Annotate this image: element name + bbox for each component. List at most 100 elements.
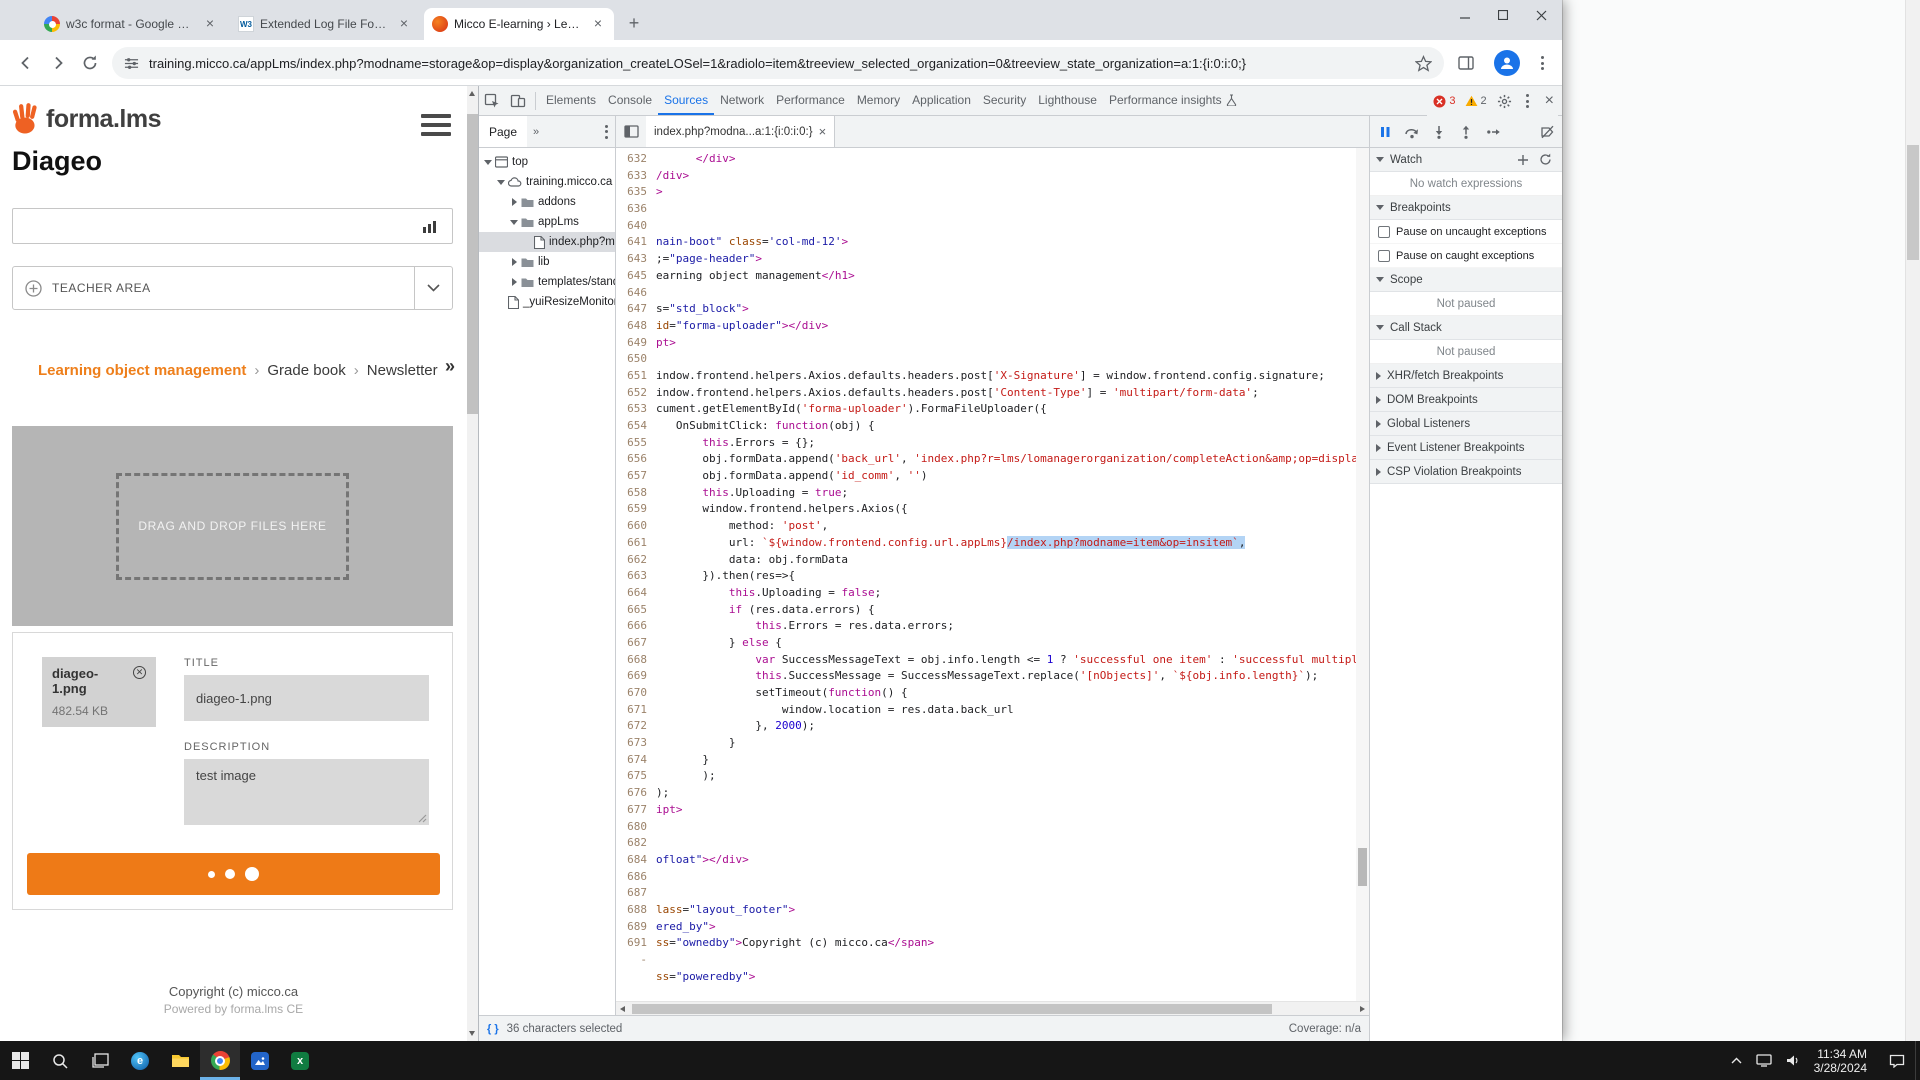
tree-item-training-micco-ca[interactable]: training.micco.ca (479, 172, 615, 192)
line-content[interactable]: ); (656, 768, 716, 785)
section-dom-breakpoints[interactable]: DOM Breakpoints (1370, 388, 1562, 412)
line-number[interactable]: 673 (616, 735, 656, 752)
line-content[interactable]: this.Uploading = true; (656, 485, 848, 502)
taskbar-task-view-button[interactable] (80, 1041, 120, 1080)
line-content[interactable]: } (656, 752, 709, 769)
section-xhr-fetch-breakpoints[interactable]: XHR/fetch Breakpoints (1370, 364, 1562, 388)
line-number[interactable]: 686 (616, 869, 656, 886)
line-number[interactable]: 633 (616, 168, 656, 185)
line-number[interactable]: 662 (616, 552, 656, 569)
tree-item-index-php-modn[interactable]: index.php?modn (479, 232, 615, 252)
hide-navigator-icon[interactable] (618, 119, 644, 145)
taskbar-search-button[interactable] (40, 1041, 80, 1080)
device-toolbar-icon[interactable] (505, 88, 531, 114)
tray-expand-icon[interactable] (1731, 1057, 1742, 1064)
add-watch-icon[interactable] (1517, 154, 1529, 166)
devtools-settings-icon[interactable] (1496, 88, 1514, 114)
line-number[interactable]: 688 (616, 902, 656, 919)
line-number[interactable]: 675 (616, 768, 656, 785)
line-content[interactable]: /div> (656, 168, 689, 185)
line-content[interactable]: lass="layout_footer"> (656, 902, 795, 919)
line-number[interactable]: 648 (616, 318, 656, 335)
line-content[interactable]: window.location = res.data.back_url (656, 702, 1014, 719)
step-icon[interactable] (1484, 123, 1502, 141)
line-number[interactable]: 666 (616, 618, 656, 635)
line-number[interactable]: 677 (616, 802, 656, 819)
line-number[interactable]: 646 (616, 285, 656, 302)
devtools-tab-application[interactable]: Application (906, 86, 977, 115)
taskbar-chrome-button[interactable] (200, 1041, 240, 1080)
checkbox-unchecked[interactable] (1378, 250, 1390, 262)
taskbar-photos-button[interactable] (240, 1041, 280, 1080)
error-badge[interactable]: 3 (1433, 95, 1455, 108)
line-number[interactable]: 651 (616, 368, 656, 385)
devtools-tab-network[interactable]: Network (714, 86, 770, 115)
chevron-expanded-icon[interactable] (496, 180, 506, 185)
close-window-button[interactable] (1522, 0, 1560, 30)
line-number[interactable]: 668 (616, 652, 656, 669)
line-content[interactable]: this.Errors = res.data.errors; (656, 618, 954, 635)
teacher-area-dropdown-button[interactable] (414, 267, 452, 309)
editor-horizontal-scrollbar[interactable] (616, 1001, 1369, 1015)
line-content[interactable]: }, 2000); (656, 718, 815, 735)
deactivate-breakpoints-icon[interactable] (1538, 123, 1556, 141)
tree-item-templates-standar[interactable]: templates/standar (479, 272, 615, 292)
line-content[interactable]: data: obj.formData (656, 552, 848, 569)
line-content[interactable]: ipt> (656, 802, 683, 819)
code-editor[interactable]: 632 </div>633/div>635>636640641nain-boot… (616, 148, 1369, 1001)
refresh-watch-icon[interactable] (1539, 153, 1552, 166)
reload-button[interactable] (76, 49, 104, 77)
upload-submit-button[interactable] (27, 853, 440, 895)
section-breakpoints[interactable]: Breakpoints (1370, 196, 1562, 220)
line-content[interactable]: this.Uploading = false; (656, 585, 881, 602)
editor-vertical-scrollbar[interactable] (1356, 148, 1369, 1001)
title-input[interactable]: diageo-1.png (184, 675, 429, 721)
line-number[interactable]: 674 (616, 752, 656, 769)
browser-menu-icon[interactable] (1528, 49, 1556, 77)
devtools-tab-elements[interactable]: Elements (540, 86, 602, 115)
line-content[interactable]: url: `${window.frontend.config.url.appLm… (656, 535, 1245, 552)
maximize-button[interactable] (1484, 0, 1522, 30)
line-content[interactable]: obj.formData.append('back_url', 'index.p… (656, 451, 1369, 468)
line-content[interactable]: var SuccessMessageText = obj.info.length… (656, 652, 1369, 669)
tab-close-icon[interactable]: × (590, 16, 606, 32)
site-settings-icon[interactable] (124, 56, 139, 71)
line-number[interactable]: 660 (616, 518, 656, 535)
scroll-down-arrow[interactable] (469, 1031, 475, 1036)
line-number[interactable]: - (616, 952, 656, 969)
editor-tab[interactable]: index.php?modna...a:1:{i:0:i:0:} × (646, 116, 835, 147)
taskbar-edge-button[interactable]: e (120, 1041, 160, 1080)
tree-item-top[interactable]: top (479, 152, 615, 172)
line-content[interactable]: method: 'post', (656, 518, 828, 535)
devtools-tab-performance-insights[interactable]: Performance insights (1103, 86, 1243, 115)
breakpoint-option[interactable]: Pause on uncaught exceptions (1370, 220, 1562, 244)
page-scrollbar[interactable] (467, 86, 478, 1041)
tree-item--yuiResizeMonitor-in[interactable]: _yuiResizeMonitor (in (479, 292, 615, 312)
hamburger-menu-icon[interactable] (421, 114, 451, 141)
line-content[interactable]: ss="ownedby">Copyright (c) micco.ca</spa… (656, 935, 934, 952)
breadcrumb-item[interactable]: Newsletter (367, 362, 438, 379)
line-content[interactable]: this.Errors = {}; (656, 435, 815, 452)
line-content[interactable]: }).then(res=>{ (656, 568, 795, 585)
line-content[interactable]: </div> (656, 151, 735, 168)
warning-badge[interactable]: 2 (1465, 95, 1487, 107)
line-number[interactable]: 687 (616, 885, 656, 902)
line-content[interactable]: setTimeout(function() { (656, 685, 908, 702)
show-desktop-button[interactable] (1915, 1041, 1920, 1080)
line-number[interactable]: 684 (616, 852, 656, 869)
line-number[interactable]: 649 (616, 335, 656, 352)
minimize-button[interactable] (1446, 0, 1484, 30)
tab-close-icon[interactable]: × (396, 16, 412, 32)
tree-item-lib[interactable]: lib (479, 252, 615, 272)
line-number[interactable]: 689 (616, 919, 656, 936)
scrollbar-thumb[interactable] (467, 114, 478, 414)
line-content[interactable]: pt> (656, 335, 676, 352)
dropzone-dashed-area[interactable]: DRAG AND DROP FILES HERE (116, 473, 349, 580)
line-number[interactable]: 670 (616, 685, 656, 702)
devtools-tab-memory[interactable]: Memory (851, 86, 906, 115)
taskbar-file-explorer-button[interactable] (160, 1041, 200, 1080)
line-number[interactable]: 664 (616, 585, 656, 602)
checkbox-unchecked[interactable] (1378, 226, 1390, 238)
display-icon[interactable] (1756, 1054, 1772, 1067)
line-number[interactable]: 671 (616, 702, 656, 719)
